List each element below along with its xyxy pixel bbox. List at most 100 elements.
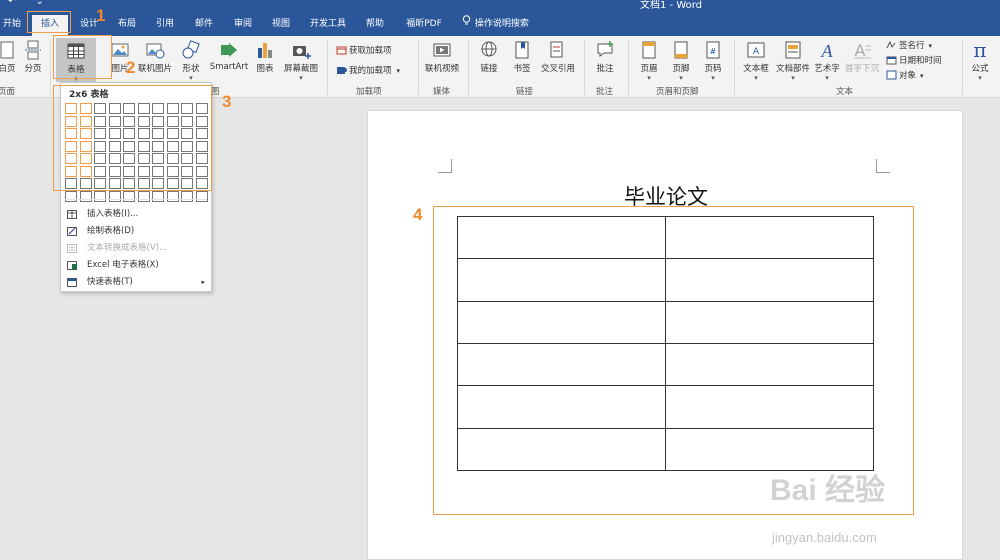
annotation-box-table-button <box>53 35 112 79</box>
title-bar: ↶ ⌄ 文档1 - Word <box>0 0 1000 11</box>
ribbon-separator <box>734 39 735 95</box>
group-label-header-footer: 页眉和页脚 <box>656 87 699 97</box>
online-picture-icon <box>146 43 165 59</box>
annotation-number: 4 <box>413 205 423 224</box>
equation-button[interactable]: π 公式 ▾ <box>966 40 994 82</box>
chevron-down-icon: ▾ <box>647 74 651 82</box>
signature-line-button[interactable]: 签名行 ▾ <box>886 39 932 51</box>
puzzle-icon <box>337 67 347 74</box>
annotation-number: 3 <box>222 92 232 111</box>
svg-text:A: A <box>753 47 760 57</box>
camera-icon <box>293 46 311 59</box>
lightbulb-icon <box>462 15 472 33</box>
comment-icon <box>597 41 613 57</box>
cross-reference-button[interactable]: 交叉引用 <box>538 40 578 74</box>
comment-button[interactable]: 批注 <box>592 40 618 74</box>
group-label-addins: 加载项 <box>356 87 382 97</box>
chevron-down-icon: ▾ <box>711 74 715 82</box>
store-icon <box>336 46 347 55</box>
wordart-button[interactable]: A 艺术字 ▾ <box>812 40 842 82</box>
drop-cap-button[interactable]: A 首字下沉 <box>844 40 880 74</box>
shapes-button[interactable]: 形状 ▾ <box>178 40 204 82</box>
chevron-down-icon: ▾ <box>679 74 683 82</box>
chart-button[interactable]: 图表 <box>254 40 276 74</box>
ribbon-separator <box>468 39 469 95</box>
quick-table-icon <box>67 278 77 287</box>
bookmark-icon <box>515 41 529 59</box>
group-label-media: 媒体 <box>433 87 451 97</box>
group-label-comments: 批注 <box>596 87 614 97</box>
shapes-icon <box>182 40 200 59</box>
menu-item-quick-tables[interactable]: 快速表格(T) ▸ <box>61 274 211 291</box>
tab-help[interactable]: 帮助 <box>362 15 388 33</box>
object-icon <box>886 70 897 80</box>
chevron-down-icon: ▾ <box>396 67 401 75</box>
tab-mailings[interactable]: 邮件 <box>191 15 217 33</box>
chevron-down-icon: ▾ <box>299 74 303 82</box>
date-time-button[interactable]: 日期和时间 <box>886 54 942 66</box>
page-number-icon: # <box>706 41 720 59</box>
baidu-watermark-logo: Bai 经验 <box>770 474 886 507</box>
smartart-icon <box>221 43 237 57</box>
blank-page-button[interactable]: 白页 <box>0 40 18 74</box>
header-button[interactable]: 页眉 ▾ <box>636 40 662 82</box>
chevron-down-icon: ▾ <box>920 72 924 80</box>
quick-parts-icon <box>785 41 801 59</box>
tab-references[interactable]: 引用 <box>152 15 178 33</box>
crop-mark <box>438 159 452 173</box>
svg-text:A: A <box>855 41 866 60</box>
quick-parts-button[interactable]: 文档部件 ▾ <box>774 40 812 82</box>
pencil-table-icon <box>67 227 77 236</box>
footer-icon <box>674 41 688 59</box>
ribbon-separator <box>962 39 963 95</box>
tab-review[interactable]: 审阅 <box>230 15 256 33</box>
tab-developer[interactable]: 开发工具 <box>306 15 350 33</box>
textbox-icon: A <box>747 42 765 58</box>
svg-text:#: # <box>710 47 717 56</box>
tab-view[interactable]: 视图 <box>268 15 294 33</box>
chevron-down-icon: ▾ <box>189 74 193 82</box>
group-label-links: 链接 <box>516 87 534 97</box>
tell-me-search[interactable]: 操作说明搜索 <box>462 15 529 33</box>
quick-access-toolbar[interactable]: ↶ ⌄ <box>8 0 52 7</box>
menu-separator <box>65 199 207 200</box>
chevron-down-icon: ▾ <box>928 42 933 50</box>
menu-item-text-to-table[interactable]: 文本转换成表格(V)... <box>61 240 211 257</box>
globe-link-icon <box>481 41 497 57</box>
bar-chart-icon <box>258 43 272 58</box>
menu-item-draw-table[interactable]: 绘制表格(D) <box>61 223 211 240</box>
online-pictures-button[interactable]: 联机图片 <box>136 40 174 74</box>
page-break-button[interactable]: 分页 <box>20 40 46 74</box>
menu-item-insert-table[interactable]: 插入表格(I)... <box>61 206 211 223</box>
page-number-button[interactable]: # 页码 ▾ <box>700 40 726 82</box>
signature-icon <box>886 40 896 49</box>
group-label-text: 文本 <box>836 87 854 97</box>
chevron-down-icon: ▾ <box>791 74 795 82</box>
my-addins-button[interactable]: 我的加载项 ▾ <box>336 64 400 76</box>
baidu-watermark-url: jingyan.baidu.com <box>772 530 877 545</box>
group-label-pages: 页面 <box>0 87 16 97</box>
excel-icon <box>67 261 77 270</box>
footer-button[interactable]: 页脚 ▾ <box>668 40 694 82</box>
annotation-box-table-grid <box>53 85 212 191</box>
ribbon-separator <box>50 39 51 95</box>
textbox-button[interactable]: A 文本框 ▾ <box>740 40 772 82</box>
ribbon-separator <box>628 39 629 95</box>
smartart-button[interactable]: SmartArt <box>208 40 250 72</box>
menu-item-excel-spreadsheet[interactable]: Excel 电子表格(X) <box>61 257 211 274</box>
page-break-icon <box>25 40 41 60</box>
object-button[interactable]: 对象 ▾ <box>886 69 924 81</box>
get-addins-button[interactable]: 获取加载项 <box>336 44 392 56</box>
tab-foxit-pdf[interactable]: 福昕PDF <box>402 15 446 33</box>
tell-me-label: 操作说明搜索 <box>474 19 529 29</box>
header-icon <box>642 41 656 59</box>
calendar-icon <box>886 56 897 65</box>
chevron-right-icon: ▸ <box>201 278 205 286</box>
screenshot-button[interactable]: 屏幕截图 ▾ <box>282 40 320 82</box>
tab-home[interactable]: 开始 <box>0 15 24 33</box>
ribbon-tab-bar: 开始 插入 设计 布局 引用 邮件 审阅 视图 开发工具 帮助 福昕PDF 操作… <box>0 10 1000 36</box>
tab-layout[interactable]: 布局 <box>114 15 140 33</box>
online-video-button[interactable]: 联机视频 <box>422 40 462 74</box>
link-button[interactable]: 链接 <box>476 40 502 74</box>
bookmark-button[interactable]: 书签 <box>508 40 536 74</box>
